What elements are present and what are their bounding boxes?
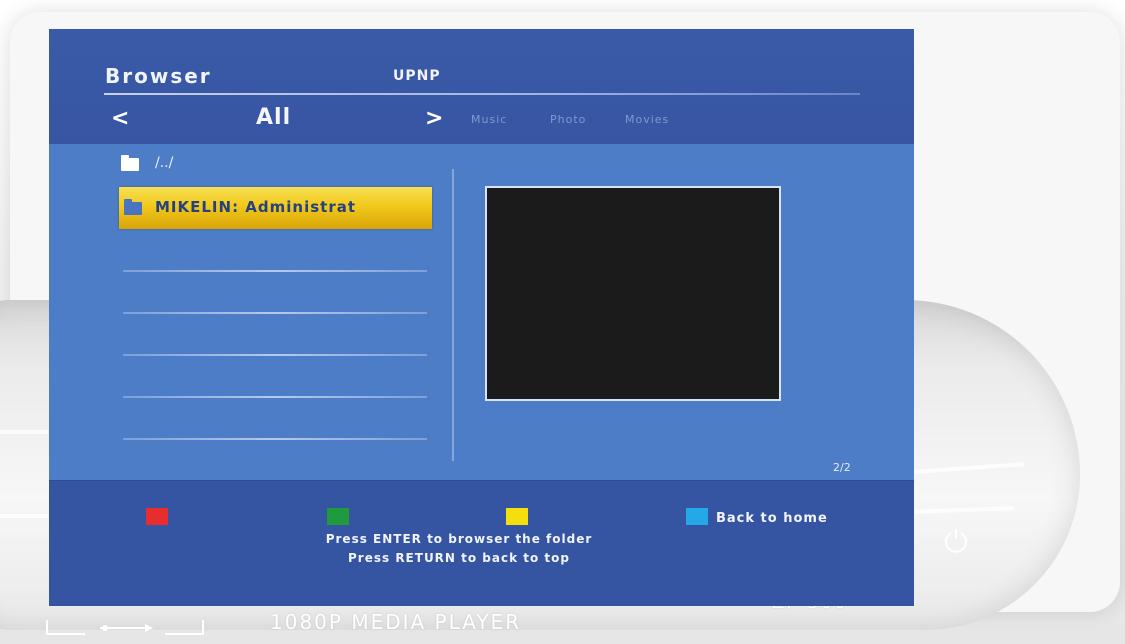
folder-icon bbox=[124, 199, 142, 215]
list-row-divider bbox=[123, 312, 427, 314]
list-item-parent-folder[interactable]: /../ bbox=[119, 153, 319, 175]
page-title: Browser bbox=[105, 64, 212, 88]
usb-port-icon bbox=[46, 620, 204, 635]
category-tab-movies[interactable]: Movies bbox=[625, 113, 669, 126]
category-current[interactable]: All bbox=[256, 105, 291, 130]
power-icon[interactable] bbox=[942, 526, 970, 554]
device-stripe bbox=[0, 430, 48, 434]
back-to-home-label[interactable]: Back to home bbox=[716, 511, 828, 526]
header-divider bbox=[104, 93, 860, 95]
category-next-arrow[interactable]: > bbox=[425, 106, 443, 131]
blue-key-icon[interactable] bbox=[686, 508, 708, 525]
category-tab-photo[interactable]: Photo bbox=[550, 113, 586, 126]
green-key-icon[interactable] bbox=[327, 508, 349, 525]
list-item-label: MIKELIN: Administrat bbox=[155, 198, 357, 216]
red-key-icon[interactable] bbox=[146, 508, 168, 525]
list-row-divider bbox=[123, 396, 427, 398]
category-prev-arrow[interactable]: < bbox=[111, 106, 129, 131]
list-row-divider bbox=[123, 438, 427, 440]
device-product-label: 1080P MEDIA PLAYER bbox=[270, 610, 522, 634]
source-label: UPNP bbox=[393, 68, 441, 84]
folder-icon bbox=[121, 155, 139, 171]
list-row-divider bbox=[123, 354, 427, 356]
hint-return: Press RETURN to back to top bbox=[348, 551, 570, 565]
browser-header: Browser UPNP < All > Music Photo Movies bbox=[49, 29, 914, 144]
yellow-key-icon[interactable] bbox=[506, 508, 528, 525]
category-tab-music[interactable]: Music bbox=[471, 113, 507, 126]
device-stripe bbox=[0, 514, 48, 518]
hint-enter: Press ENTER to browser the folder bbox=[325, 532, 593, 546]
list-item-selected-folder[interactable]: MIKELIN: Administrat bbox=[119, 187, 432, 229]
list-item-label: /../ bbox=[155, 155, 174, 171]
list-row-divider bbox=[123, 270, 427, 272]
preview-thumbnail bbox=[485, 186, 781, 401]
page-indicator: 2/2 bbox=[833, 461, 851, 474]
panel-divider bbox=[452, 169, 454, 461]
media-browser-screen: Browser UPNP < All > Music Photo Movies … bbox=[49, 29, 914, 606]
